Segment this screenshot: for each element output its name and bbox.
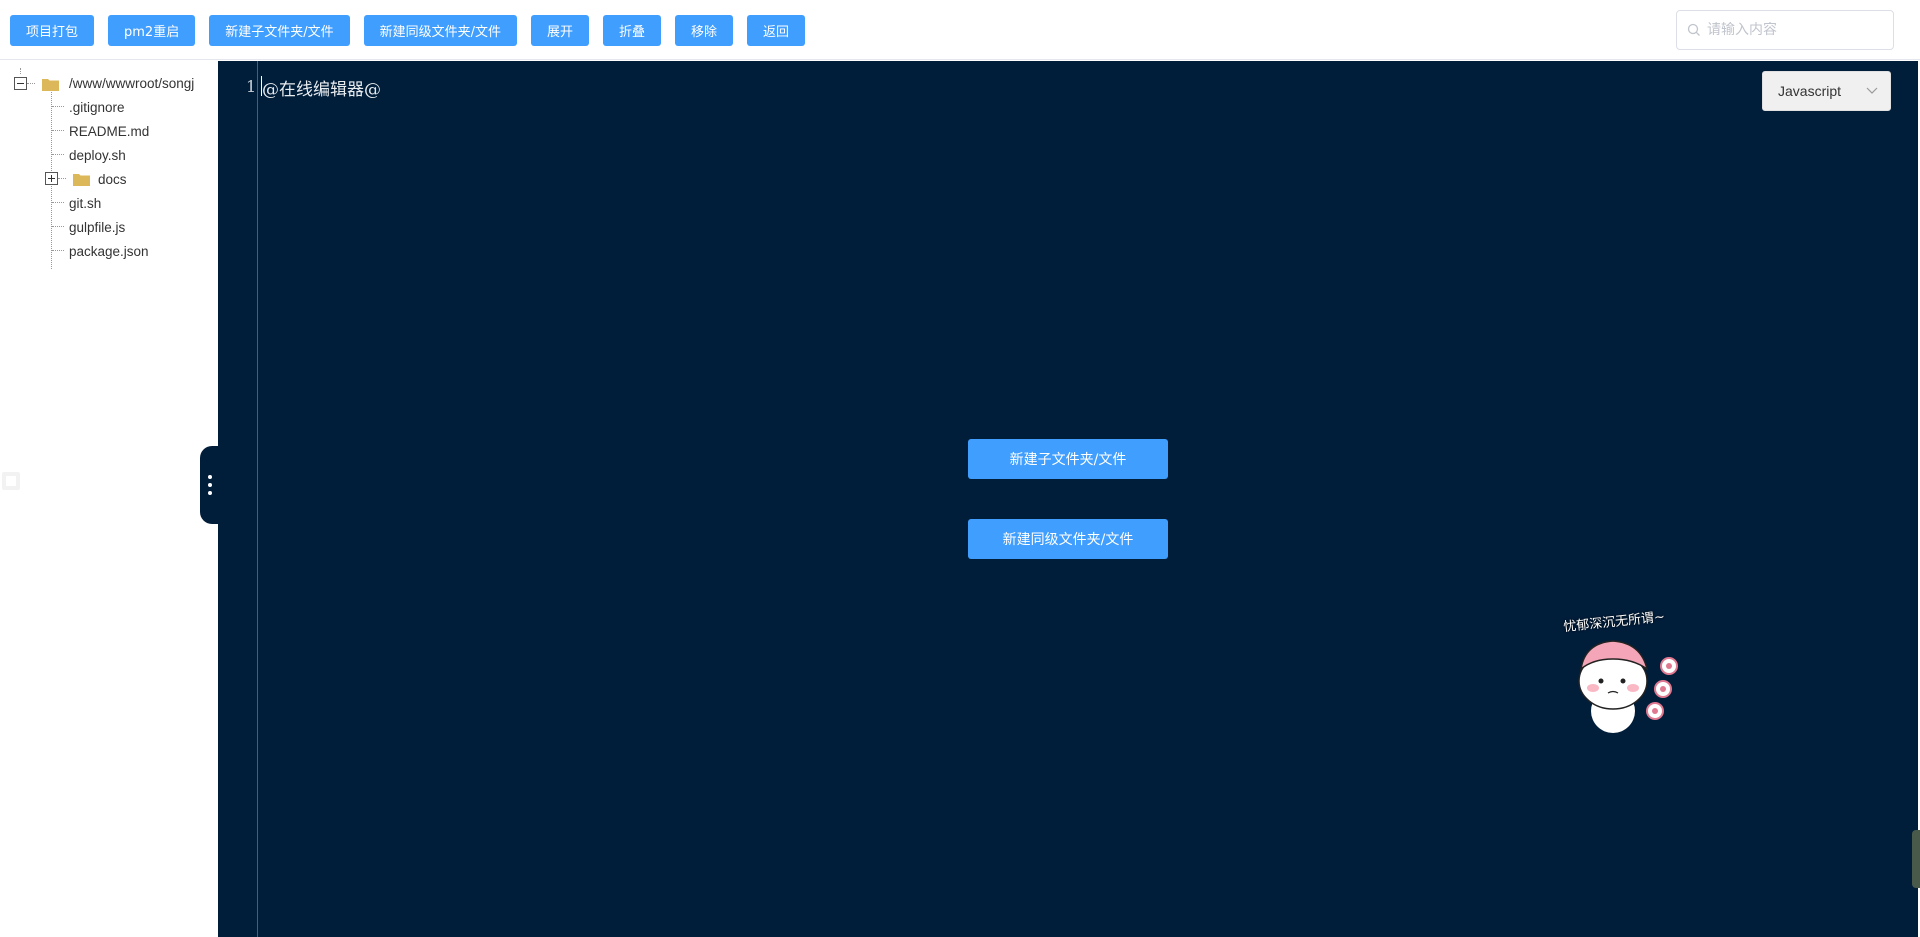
cartoon-character-icon — [1578, 640, 1678, 733]
tree-connector — [52, 130, 64, 131]
package-project-button[interactable]: 项目打包 — [10, 15, 95, 46]
sidebar-toggle[interactable] — [2, 472, 20, 490]
tree-node-root[interactable]: /www/wwwroot/songj — [69, 73, 194, 93]
drag-dot-icon — [208, 483, 212, 487]
language-select-value: Javascript — [1778, 83, 1842, 99]
tree-connector — [27, 83, 35, 84]
remove-button[interactable]: 移除 — [675, 15, 734, 46]
tree-connector — [52, 154, 64, 155]
drag-dot-icon — [208, 491, 212, 495]
expand-button[interactable]: 展开 — [530, 15, 589, 46]
new-child-folder-file-center-button[interactable]: 新建子文件夹/文件 — [968, 439, 1168, 479]
search-input[interactable] — [1707, 22, 1877, 38]
tree-connector — [20, 68, 21, 74]
tree-node-deploy[interactable]: deploy.sh — [69, 145, 126, 165]
sticker-image: 忧郁深沉无所谓~ — [1563, 610, 1698, 736]
new-sibling-folder-file-button[interactable]: 新建同级文件夹/文件 — [363, 15, 517, 46]
tree-connector — [52, 250, 64, 251]
drag-dot-icon — [208, 475, 212, 479]
line-number: 1 — [246, 77, 257, 96]
tree-connector — [52, 106, 64, 107]
language-select[interactable]: Javascript — [1762, 71, 1891, 111]
top-toolbar: 项目打包 pm2重启 新建子文件夹/文件 新建同级文件夹/文件 展开 折叠 移除… — [0, 0, 1920, 60]
tree-node-git-sh[interactable]: git.sh — [69, 193, 101, 213]
search-icon — [1687, 23, 1700, 36]
collapse-root-icon[interactable] — [14, 77, 27, 90]
expand-docs-icon[interactable] — [45, 172, 58, 185]
pm2-restart-button[interactable]: pm2重启 — [108, 15, 196, 46]
side-widget-tab[interactable] — [1912, 830, 1920, 888]
tree-connector — [52, 226, 64, 227]
tree-connector — [58, 178, 66, 179]
back-button[interactable]: 返回 — [747, 15, 806, 46]
chevron-down-icon — [1866, 87, 1878, 94]
folder-icon — [73, 174, 90, 186]
tree-node-package-json[interactable]: package.json — [69, 241, 149, 261]
tree-node-docs[interactable]: docs — [98, 169, 127, 189]
panel-resize-handle[interactable] — [200, 446, 220, 524]
tree-node-gulpfile[interactable]: gulpfile.js — [69, 217, 125, 237]
new-sibling-folder-file-center-button[interactable]: 新建同级文件夹/文件 — [968, 519, 1168, 559]
collapse-button[interactable]: 折叠 — [603, 15, 662, 46]
tree-connector — [52, 202, 64, 203]
new-child-folder-file-button[interactable]: 新建子文件夹/文件 — [209, 15, 350, 46]
folder-icon — [42, 79, 59, 91]
code-line[interactable]: @在线编辑器@ — [262, 75, 381, 100]
search-box[interactable] — [1676, 10, 1894, 50]
tree-node-readme[interactable]: README.md — [69, 121, 149, 141]
line-gutter: 1 — [218, 61, 258, 937]
code-editor[interactable]: 1 @在线编辑器@ Javascript 新建子文件夹/文件 新建同级文件夹/文… — [218, 61, 1918, 937]
tree-node-gitignore[interactable]: .gitignore — [69, 97, 125, 117]
file-tree-panel: /www/wwwroot/songj .gitignore README.md … — [0, 61, 218, 937]
toolbar-buttons: 项目打包 pm2重启 新建子文件夹/文件 新建同级文件夹/文件 展开 折叠 移除… — [10, 15, 819, 46]
